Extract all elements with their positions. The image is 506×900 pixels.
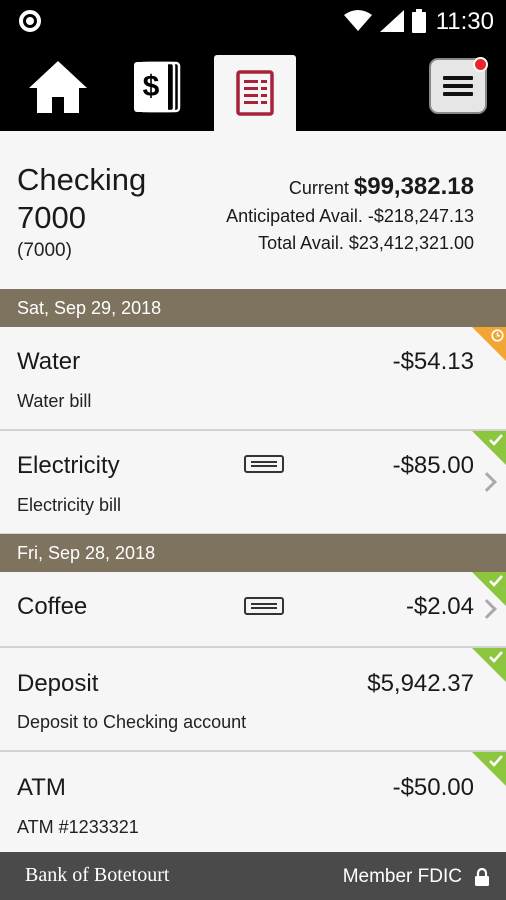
- member-fdic-link[interactable]: Member FDIC: [343, 866, 462, 888]
- total-balance-value: $23,412,321.00: [348, 233, 474, 253]
- menu-button[interactable]: [429, 57, 488, 114]
- receipt-icon: [244, 455, 284, 473]
- home-icon: [29, 60, 87, 113]
- checkmark-icon: [489, 575, 503, 587]
- transaction-amount: -$50.00: [392, 774, 474, 801]
- date-header: Sat, Sep 29, 2018: [0, 289, 506, 327]
- current-balance: Current $99,382.18: [289, 173, 474, 201]
- nav-bar: $: [0, 42, 506, 131]
- notification-dot-icon: [19, 10, 41, 32]
- lock-icon: [475, 868, 489, 886]
- dollar-cards-icon: $: [134, 61, 181, 112]
- checkmark-icon: [489, 755, 503, 767]
- checkmark-icon: [489, 651, 503, 663]
- ledger-icon: [236, 70, 274, 116]
- chevron-right-icon: [477, 472, 497, 492]
- tab-transactions[interactable]: [214, 55, 296, 131]
- anticipated-balance: Anticipated Avail. -$218,247.13: [226, 206, 474, 227]
- bank-name: Bank of Botetourt: [25, 864, 170, 886]
- svg-text:$: $: [143, 70, 160, 103]
- anticipated-balance-label: Anticipated Avail.: [226, 206, 363, 226]
- status-time: 11:30: [435, 8, 494, 35]
- transaction-description: Deposit to Checking account: [17, 712, 247, 732]
- menu-icon: [443, 76, 473, 96]
- transaction-amount: -$2.04: [405, 593, 474, 620]
- tab-accounts[interactable]: $: [118, 42, 198, 131]
- transaction-description: Electricity bill: [17, 495, 122, 515]
- transaction-row[interactable]: Deposit Deposit to Checking account $5,9…: [0, 648, 506, 752]
- transaction-amount: -$54.13: [392, 348, 474, 375]
- transaction-amount: -$85.00: [392, 452, 474, 479]
- checkmark-icon: [489, 434, 503, 446]
- clock-icon: [491, 329, 504, 342]
- receipt-icon: [244, 597, 284, 615]
- account-number: (7000): [17, 240, 72, 261]
- current-balance-value: $99,382.18: [353, 173, 474, 200]
- transaction-title: Electricity: [17, 452, 120, 479]
- status-bar: 11:30: [0, 0, 506, 42]
- notification-badge: [473, 57, 488, 72]
- transaction-row[interactable]: ATM ATM #1233321 -$50.00: [0, 752, 506, 852]
- transaction-title: Water: [17, 348, 81, 375]
- wifi-icon: [344, 10, 372, 31]
- transaction-title: ATM: [17, 774, 66, 801]
- transaction-row[interactable]: Electricity Electricity bill -$85.00: [0, 431, 506, 535]
- total-balance-label: Total Avail.: [258, 233, 344, 253]
- footer: Bank of Botetourt Member FDIC: [0, 852, 506, 900]
- transaction-description: ATM #1233321: [17, 817, 139, 837]
- transaction-title: Deposit: [17, 670, 99, 697]
- battery-icon: [412, 9, 426, 33]
- tab-home[interactable]: [18, 42, 98, 131]
- account-name: Checking 7000: [17, 162, 147, 235]
- date-header: Fri, Sep 28, 2018: [0, 534, 506, 572]
- transaction-amount: $5,942.37: [367, 670, 474, 697]
- status-icons: [344, 9, 426, 33]
- current-balance-label: Current: [288, 178, 349, 198]
- account-header: Checking 7000 (7000) Current $99,382.18 …: [0, 131, 506, 289]
- transaction-description: Water bill: [17, 391, 92, 411]
- transaction-row[interactable]: Water Water bill -$54.13: [0, 327, 506, 431]
- total-balance: Total Avail. $23,412,321.00: [258, 233, 474, 254]
- transaction-title: Coffee: [17, 593, 88, 620]
- anticipated-balance-value: -$218,247.13: [367, 206, 474, 226]
- signal-icon: [380, 10, 404, 32]
- transaction-row[interactable]: Coffee -$2.04: [0, 572, 506, 648]
